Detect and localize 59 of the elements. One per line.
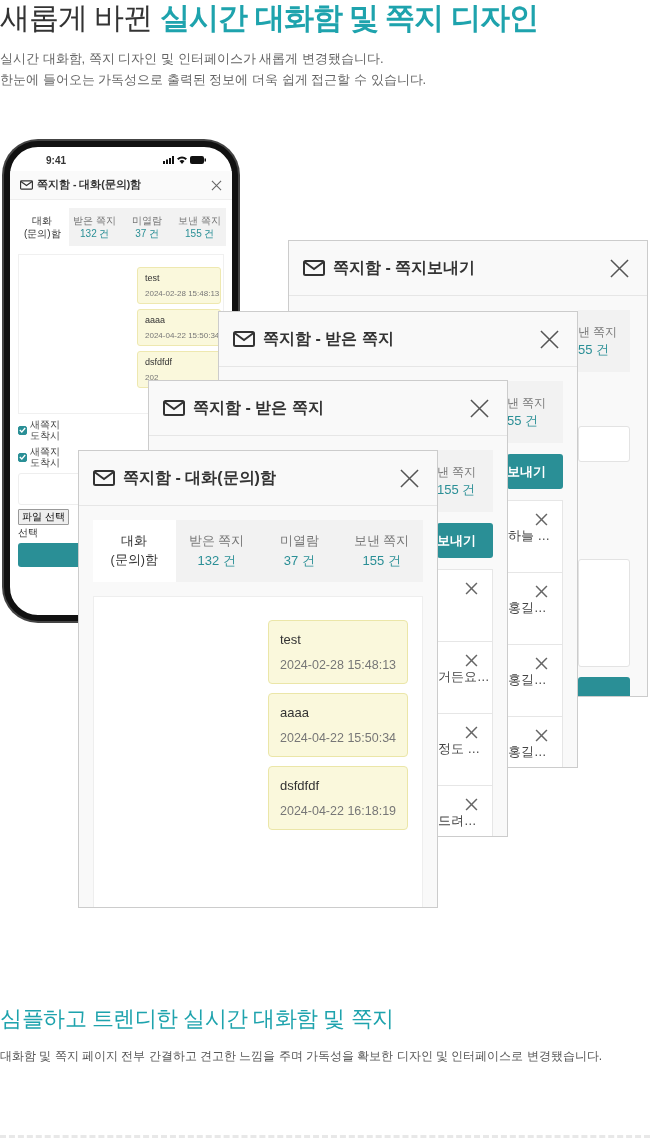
tab[interactable]: 낸 쪽지 55 건: [507, 381, 563, 443]
mail-icon: [303, 260, 325, 276]
mail-icon: [233, 331, 255, 347]
tab[interactable]: 대화 (문의)함: [16, 208, 69, 246]
message-input[interactable]: [578, 559, 630, 667]
window-title: 쪽지함 - 대화(문의)함: [37, 178, 143, 192]
send-button[interactable]: 보내기: [437, 523, 493, 558]
message-bubble: dsfdfdf 2024-04-22 16:18:19: [268, 766, 408, 830]
signal-icon: [163, 156, 174, 164]
tab[interactable]: 대화 (문의)함: [93, 520, 176, 582]
delete-icon[interactable]: [465, 726, 478, 739]
mail-icon: [163, 400, 185, 416]
delete-icon[interactable]: [535, 513, 548, 526]
delete-icon[interactable]: [535, 657, 548, 670]
tab[interactable]: 보낸 쪽지 155 건: [340, 520, 423, 582]
headline-highlight: 실시간 대화함 및 쪽지 디자인: [160, 1, 538, 34]
send-button[interactable]: 보내기: [507, 454, 563, 489]
checkbox-label: 새쪽지 도착시: [30, 419, 61, 441]
message-bubble: test 2024-02-28 15:48:13: [137, 267, 221, 304]
section-title: 심플하고 트렌디한 실시간 대화함 및 쪽지: [0, 1005, 395, 1033]
delete-icon[interactable]: [465, 798, 478, 811]
input-field[interactable]: [578, 426, 630, 462]
battery-icon: [190, 156, 206, 164]
file-button[interactable]: 파일 선택: [18, 509, 69, 525]
tab[interactable]: 낸 쪽지 155 건: [437, 450, 493, 512]
close-icon[interactable]: [470, 398, 489, 418]
tab[interactable]: 받은 쪽지 132 건: [175, 520, 258, 582]
tab[interactable]: 미열람 37 건: [121, 208, 174, 246]
wifi-icon: [177, 156, 187, 164]
message-bubble: aaaa 2024-04-22 15:50:34: [137, 309, 221, 346]
status-time: 9:41: [46, 154, 66, 166]
checkbox[interactable]: [18, 452, 27, 462]
window-title: 쪽지함 - 받은 쪽지: [263, 328, 395, 349]
delete-icon[interactable]: [535, 729, 548, 742]
checkbox-label: 새쪽지 도착시: [30, 446, 61, 468]
close-icon[interactable]: [211, 179, 222, 191]
close-icon[interactable]: [400, 468, 419, 488]
delete-icon[interactable]: [535, 585, 548, 598]
headline-text: 새롭게 바뀐: [0, 1, 153, 34]
window-title: 쪽지함 - 대화(문의)함: [123, 467, 277, 488]
delete-icon[interactable]: [465, 654, 478, 667]
intro-text: 한눈에 들어오는 가독성으로 출력된 정보에 더욱 쉽게 접근할 수 있습니다.: [0, 71, 428, 89]
window-title: 쪽지함 - 쪽지보내기: [333, 257, 477, 278]
tab[interactable]: 미열람 37 건: [258, 520, 341, 582]
close-icon[interactable]: [540, 329, 559, 349]
intro-text: 실시간 대화함, 쪽지 디자인 및 인터페이스가 새롭게 변경됐습니다.: [0, 50, 385, 68]
tab[interactable]: 받은 쪽지 132 건: [68, 208, 121, 246]
window-title: 쪽지함 - 받은 쪽지: [193, 397, 325, 418]
mail-icon: [93, 470, 115, 486]
file-status: 선택: [18, 527, 38, 538]
tab[interactable]: 보낸 쪽지 155 건: [173, 208, 226, 246]
tab[interactable]: 낸 쪽지 55 건: [578, 310, 630, 372]
message-bubble: test 2024-02-28 15:48:13: [268, 620, 408, 684]
message-bubble: aaaa 2024-04-22 15:50:34: [268, 693, 408, 757]
close-icon[interactable]: [610, 258, 629, 278]
section-text: 대화함 및 쪽지 페이지 전부 간결하고 견고한 느낌을 주며 가독성을 확보한 디자인 및 인터페이스로 변경됐습니다.: [0, 1048, 603, 1065]
delete-icon[interactable]: [465, 582, 478, 595]
checkbox[interactable]: [18, 425, 27, 435]
mail-icon: [20, 180, 33, 190]
